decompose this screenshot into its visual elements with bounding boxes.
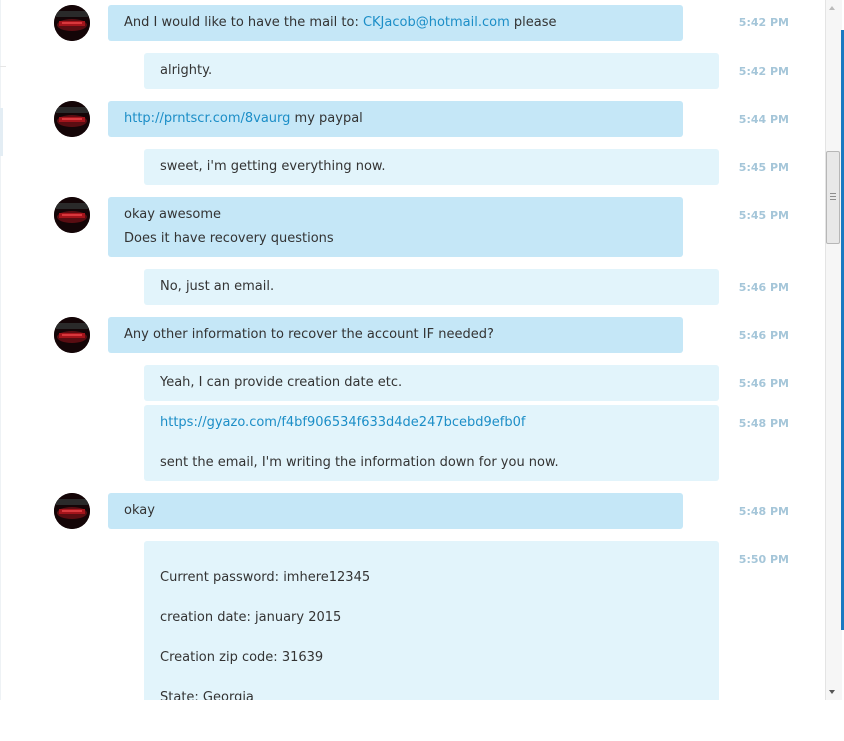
message-bubble-outgoing: No, just an email. — [144, 269, 719, 305]
message-text: creation date: january 2015 — [160, 610, 342, 625]
message-bubble-outgoing: alrighty. — [144, 53, 719, 89]
message-timestamp: 5:42 PM — [738, 16, 789, 29]
contact-avatar-icon[interactable] — [54, 101, 90, 137]
url-link[interactable]: http://prntscr.com/8vaurg — [124, 111, 290, 126]
scroll-grip-icon — [830, 193, 836, 194]
message-bubble-outgoing: Yeah, I can provide creation date etc. — [144, 365, 719, 401]
message-bubble-incoming: okay — [108, 493, 683, 529]
message-text: okay — [124, 503, 155, 518]
scroll-up-arrow-icon[interactable] — [829, 6, 835, 10]
scroll-grip-icon — [830, 199, 836, 200]
message-timestamp: 5:46 PM — [738, 377, 789, 390]
message-text: State: Georgia — [160, 690, 254, 700]
scroll-down-arrow-icon[interactable] — [829, 690, 835, 694]
contact-avatar-icon[interactable] — [54, 5, 90, 41]
contact-avatar-icon[interactable] — [54, 493, 90, 529]
message-timestamp: 5:44 PM — [738, 113, 789, 126]
message-text: sweet, i'm getting everything now. — [160, 159, 386, 174]
message-text: No, just an email. — [160, 279, 275, 294]
message-bubble-incoming: Any other information to recover the acc… — [108, 317, 683, 353]
message-timestamp: 5:46 PM — [738, 329, 789, 342]
message-timestamp: 5:48 PM — [738, 505, 789, 518]
message-text: Creation zip code: 31639 — [160, 650, 324, 665]
message-text: alrighty. — [160, 63, 213, 78]
message-text: And I would like to have the mail to: CK… — [124, 15, 557, 30]
message-timestamp: 5:46 PM — [738, 281, 789, 294]
message-text: sent the email, I'm writing the informat… — [160, 455, 559, 470]
message-bubble-incoming: http://prntscr.com/8vaurg my paypal — [108, 101, 683, 137]
vertical-scrollbar[interactable] — [825, 0, 842, 700]
message-bubble-outgoing: https://gyazo.com/f4bf906534f633d4de247b… — [144, 405, 719, 481]
message-timestamp: 5:48 PM — [738, 417, 789, 430]
contact-avatar-icon[interactable] — [54, 197, 90, 233]
email-link[interactable]: CKJacob@hotmail.com — [363, 15, 510, 30]
gyazo-link[interactable]: https://gyazo.com/f4bf906534f633d4de247b… — [160, 414, 525, 432]
message-timestamp: 5:50 PM — [738, 553, 789, 566]
message-bubble-incoming: okay awesome Does it have recovery quest… — [108, 197, 683, 257]
scroll-grip-icon — [830, 196, 836, 197]
chat-history[interactable]: And I would like to have the mail to: CK… — [0, 0, 825, 700]
message-text: http://prntscr.com/8vaurg my paypal — [124, 111, 363, 126]
message-timestamp: 5:42 PM — [738, 65, 789, 78]
message-bubble-outgoing: sweet, i'm getting everything now. — [144, 149, 719, 185]
scrollbar-thumb[interactable] — [826, 151, 840, 244]
contact-avatar-icon[interactable] — [54, 317, 90, 353]
message-timestamp: 5:45 PM — [738, 161, 789, 174]
message-bubble-incoming: And I would like to have the mail to: CK… — [108, 5, 683, 41]
message-text: Yeah, I can provide creation date etc. — [160, 375, 403, 390]
message-text: okay awesome — [124, 207, 222, 222]
chat-footer — [0, 700, 844, 741]
message-text: Any other information to recover the acc… — [124, 327, 494, 342]
message-bubble-outgoing: Current password: imhere12345 creation d… — [144, 541, 719, 700]
message-timestamp: 5:45 PM — [738, 209, 789, 222]
message-text: Does it have recovery questions — [124, 231, 334, 246]
message-text: Current password: imhere12345 — [160, 570, 371, 585]
